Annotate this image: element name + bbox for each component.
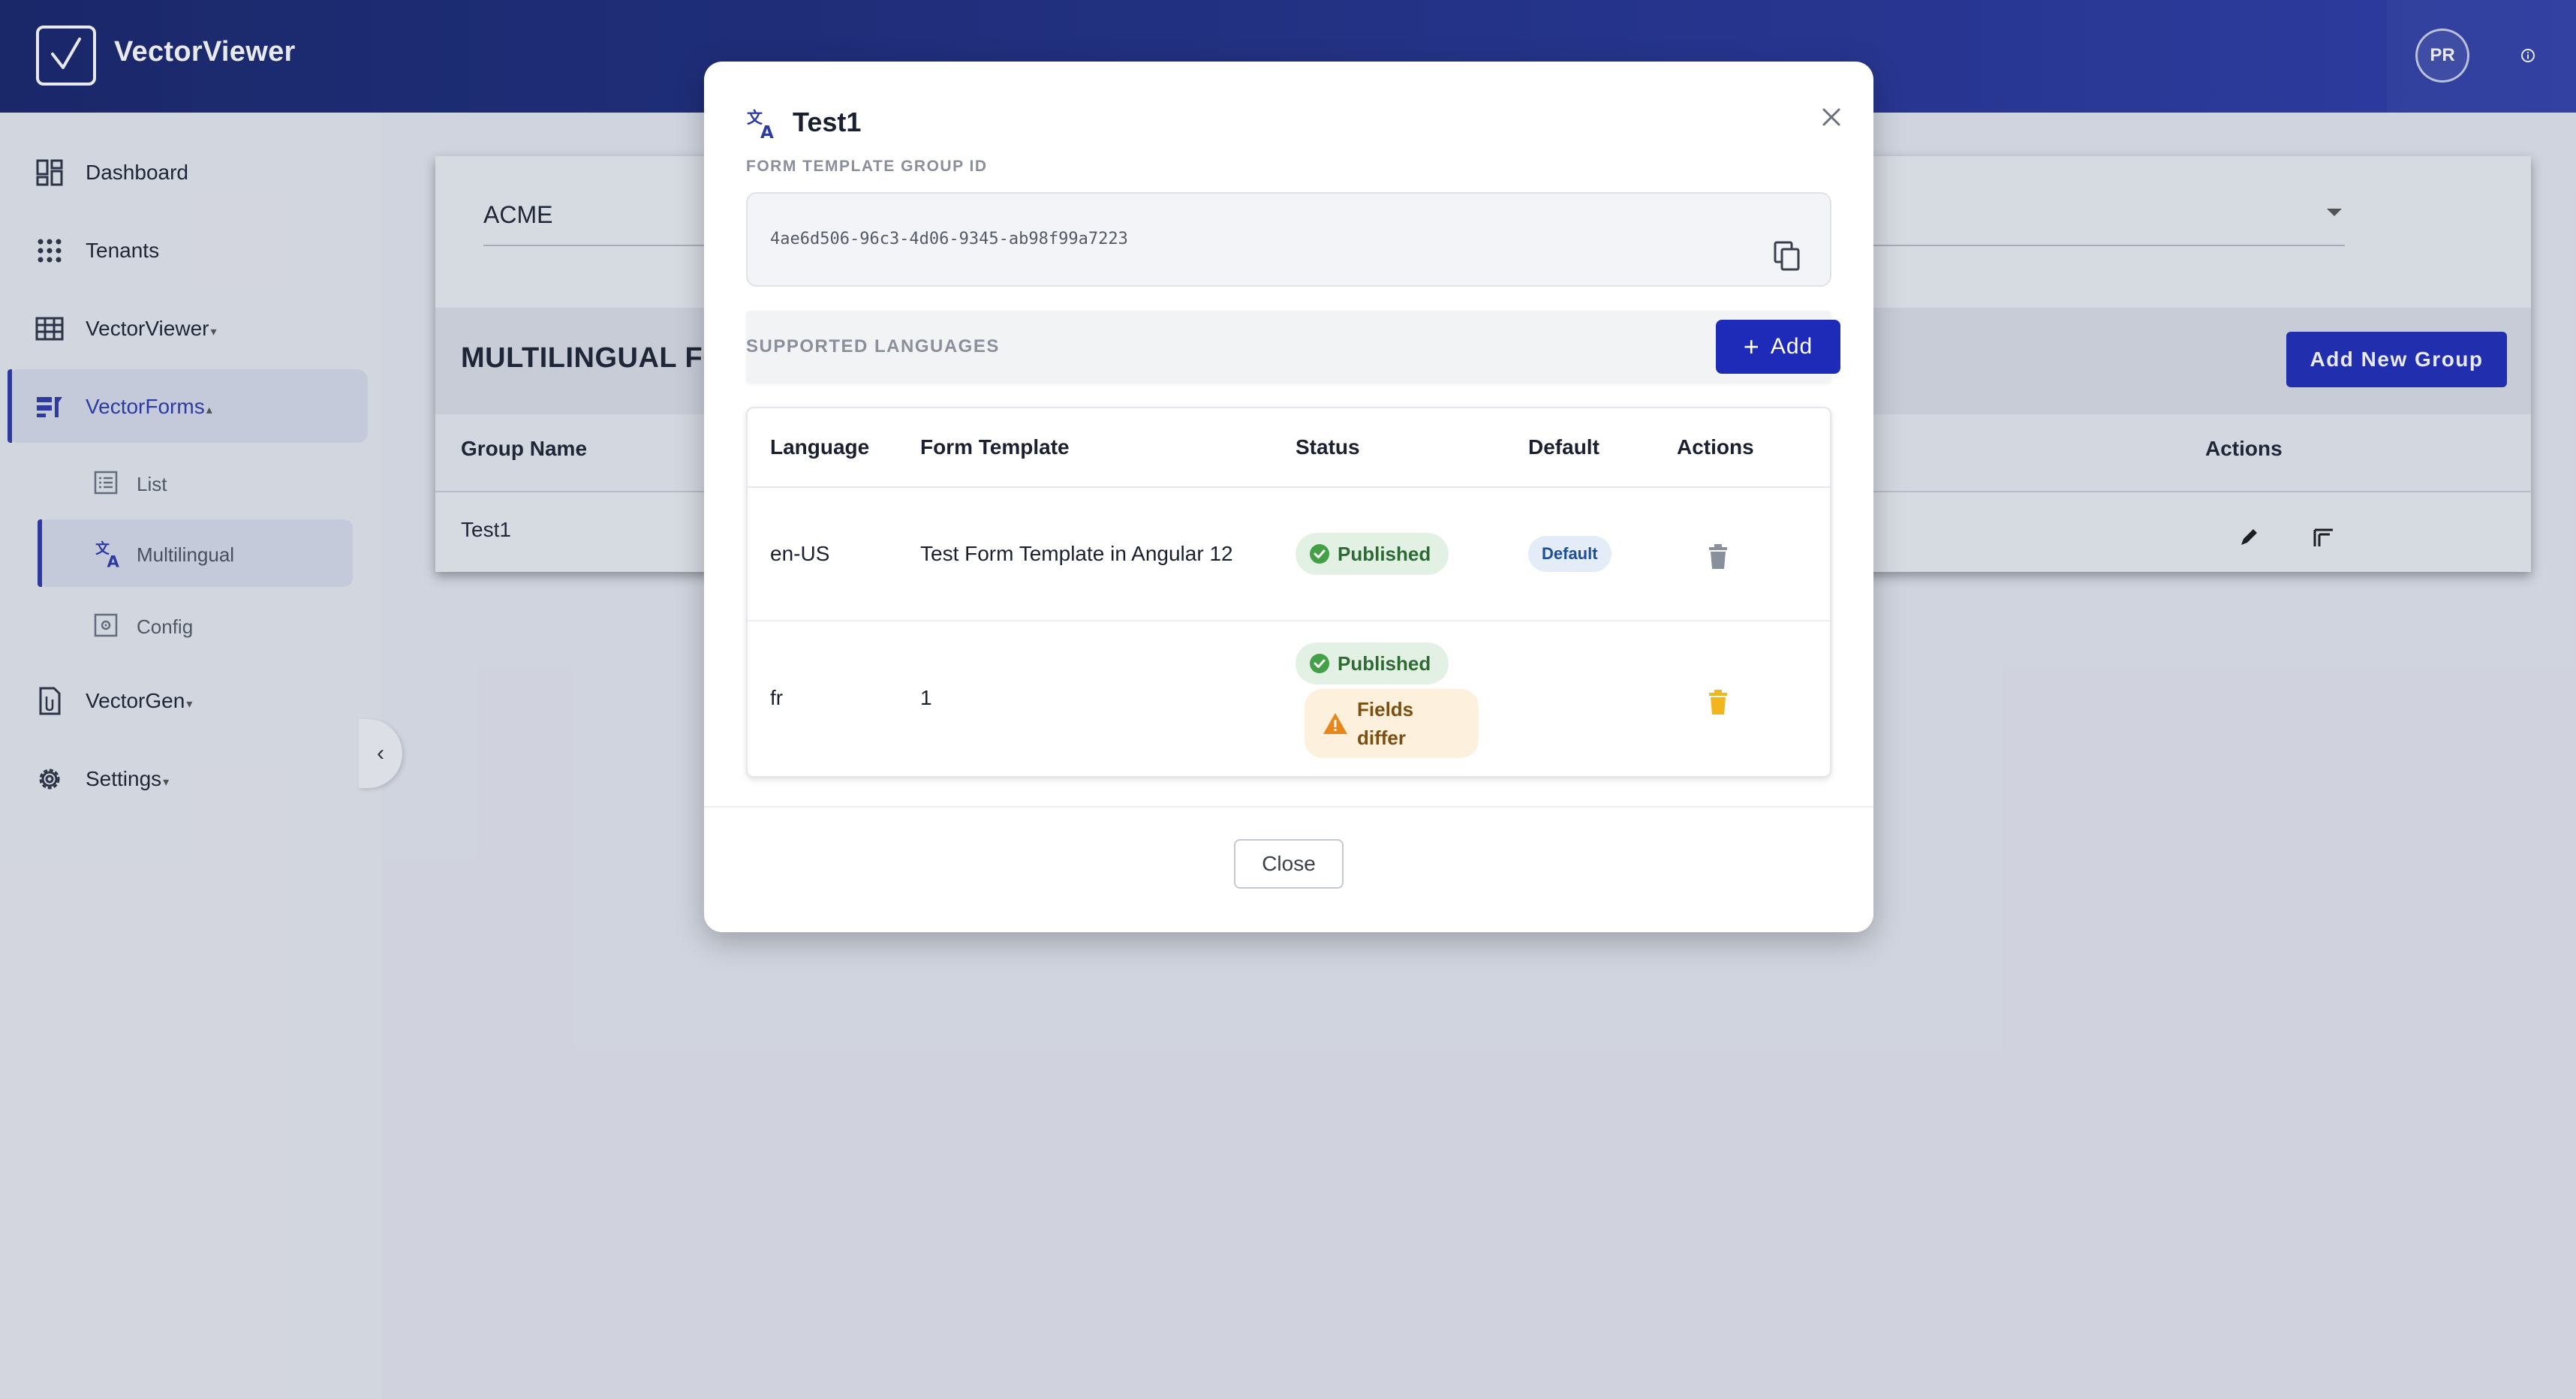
- supported-languages-label: SUPPORTED LANGUAGES: [746, 336, 1000, 357]
- form-template-name[interactable]: Test Form Template in Angular 12: [920, 542, 1233, 566]
- modal-title: Test1: [793, 107, 862, 137]
- status-badge: Published: [1296, 533, 1449, 575]
- close-button[interactable]: Close: [1234, 839, 1344, 889]
- column-header-default: Default: [1528, 435, 1599, 459]
- language-group-modal: 文 A Test1 FORM TEMPLATE GROUP ID 4ae6d50…: [704, 62, 1873, 932]
- default-badge: Default: [1528, 536, 1612, 572]
- warning-text-line: Fields: [1357, 698, 1414, 721]
- check-circle-icon: [1310, 654, 1329, 673]
- group-id-field: 4ae6d506-96c3-4d06-9345-ab98f99a7223: [746, 192, 1831, 287]
- group-id-value: 4ae6d506-96c3-4d06-9345-ab98f99a7223: [770, 230, 1128, 248]
- column-header-actions: Actions: [1677, 435, 1754, 459]
- group-id-label: FORM TEMPLATE GROUP ID: [746, 158, 988, 175]
- add-language-button[interactable]: + Add: [1716, 320, 1840, 374]
- languages-table: Language Form Template Status Default Ac…: [746, 407, 1831, 778]
- status-badge: Published: [1296, 642, 1449, 684]
- add-language-label: Add: [1770, 334, 1813, 359]
- copy-icon[interactable]: [1773, 240, 1801, 272]
- column-header-language: Language: [770, 435, 870, 459]
- warning-text-line: differ: [1357, 727, 1406, 749]
- table-row-divider: [748, 620, 1830, 621]
- warning-badge: Fields differ: [1305, 689, 1479, 758]
- svg-text:A: A: [760, 123, 774, 140]
- language-code: en-US: [770, 542, 830, 565]
- close-icon[interactable]: [1816, 102, 1846, 132]
- status-text: Published: [1338, 651, 1431, 675]
- trash-icon[interactable]: [1707, 543, 1729, 570]
- plus-icon: +: [1743, 331, 1760, 362]
- form-template-name[interactable]: 1: [920, 686, 932, 710]
- check-circle-icon: [1310, 544, 1329, 564]
- language-code: fr: [770, 686, 784, 709]
- trash-icon[interactable]: [1707, 689, 1729, 716]
- status-text: Published: [1338, 542, 1431, 565]
- supported-languages-header: SUPPORTED LANGUAGES + Add: [746, 311, 1840, 383]
- app-root: VectorViewer PR Dashboard Tenants Vector…: [0, 0, 2576, 1399]
- column-header-status: Status: [1296, 435, 1360, 459]
- warning-text: Fields differ: [1357, 695, 1413, 752]
- warning-icon: [1323, 713, 1347, 734]
- column-header-form-template: Form Template: [920, 435, 1070, 459]
- table-header-divider: [748, 486, 1830, 488]
- translate-icon: 文 A: [747, 109, 774, 140]
- modal-footer-divider: [704, 806, 1873, 808]
